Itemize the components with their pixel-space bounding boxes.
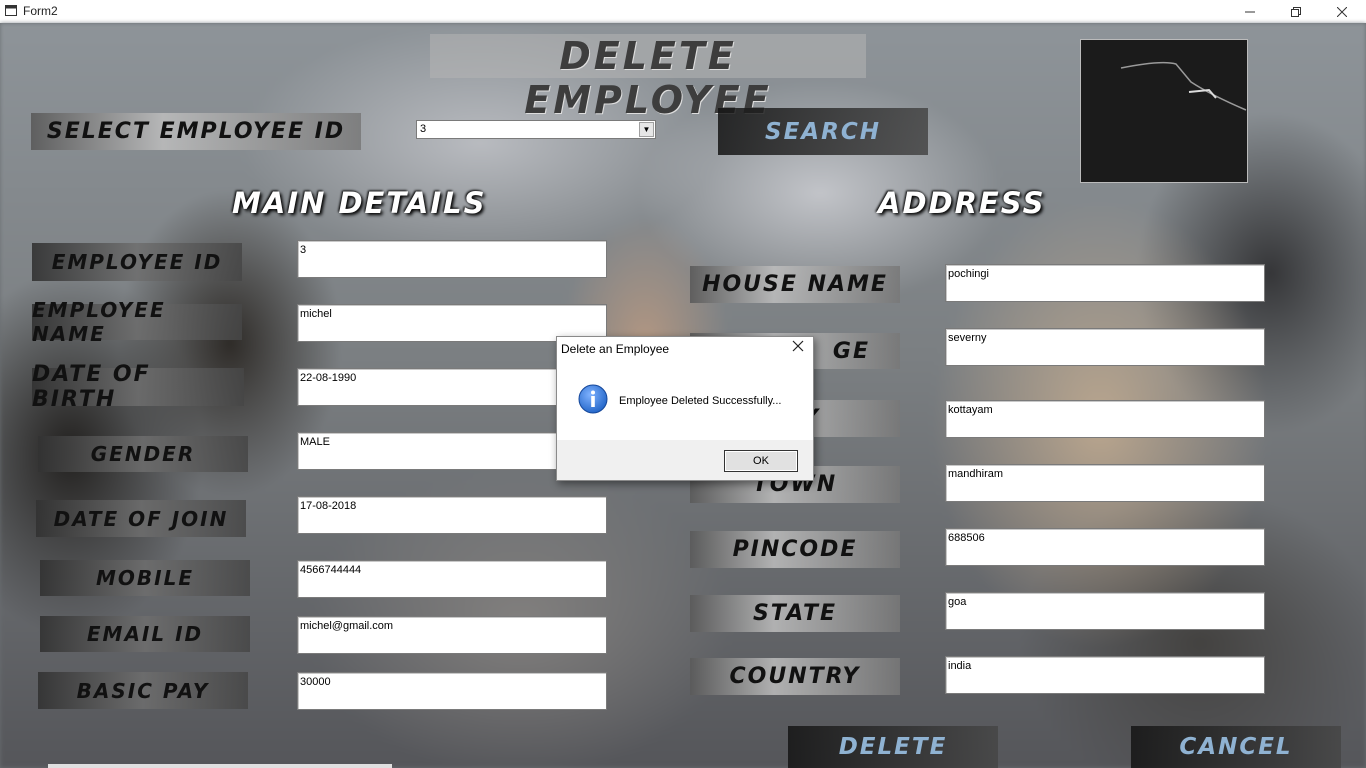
- minimize-button[interactable]: [1227, 0, 1273, 23]
- town-field[interactable]: mandhiram: [945, 464, 1265, 502]
- delete-button[interactable]: DELETE: [788, 726, 998, 768]
- city-field[interactable]: kottayam: [945, 400, 1265, 438]
- country-label: COUNTRY: [690, 658, 900, 695]
- basic-pay-label: BASIC PAY: [38, 672, 248, 709]
- mobile-field[interactable]: 4566744444: [297, 560, 607, 598]
- employee-id-select-value: 3: [420, 123, 427, 135]
- employee-id-label: EMPLOYEE ID: [32, 243, 242, 281]
- employee-photo: [1080, 39, 1248, 183]
- date-of-birth-label: DATE OF BIRTH: [32, 362, 244, 412]
- house-name-label: HOUSE NAME: [690, 266, 900, 303]
- minimize-icon: [1245, 11, 1255, 12]
- date-of-join-field[interactable]: 17-08-2018: [297, 496, 607, 534]
- email-id-field[interactable]: michel@gmail.com: [297, 616, 607, 654]
- chevron-down-icon[interactable]: ▼: [639, 122, 654, 137]
- dialog-title: Delete an Employee: [561, 342, 670, 356]
- window-title: Form2: [23, 4, 58, 18]
- pincode-field[interactable]: 688506: [945, 528, 1265, 566]
- ok-button[interactable]: OK: [724, 450, 798, 472]
- restore-button[interactable]: [1273, 0, 1319, 23]
- employee-name-label: EMPLOYEE NAME: [32, 298, 242, 346]
- close-icon: [1337, 6, 1347, 17]
- search-button[interactable]: SEARCH: [718, 108, 928, 155]
- main-details-title: MAIN DETAILS: [232, 186, 487, 220]
- form-app-icon: [5, 5, 17, 16]
- message-dialog: Delete an Employee Employee Deleted Succ…: [556, 336, 814, 481]
- window-titlebar: Form2: [0, 0, 1366, 23]
- close-icon: [792, 340, 804, 352]
- info-icon: [578, 384, 608, 414]
- village-field[interactable]: severny: [945, 328, 1265, 366]
- state-field[interactable]: goa: [945, 592, 1265, 630]
- mobile-label: MOBILE: [40, 560, 250, 596]
- email-id-label: EMAIL ID: [40, 616, 250, 652]
- close-window-button[interactable]: [1319, 0, 1365, 23]
- scrollbar-strip: [48, 764, 392, 768]
- state-label: STATE: [690, 595, 900, 632]
- cancel-button[interactable]: CANCEL: [1131, 726, 1341, 768]
- dialog-close-button[interactable]: [790, 340, 806, 356]
- basic-pay-field[interactable]: 30000: [297, 672, 607, 710]
- page-title: DELETE EMPLOYEE: [430, 34, 866, 122]
- dialog-message: Employee Deleted Successfully...: [619, 395, 782, 407]
- country-field[interactable]: india: [945, 656, 1265, 694]
- address-title: ADDRESS: [878, 186, 1046, 220]
- photo-image: [1120, 61, 1247, 111]
- pincode-label: PINCODE: [690, 531, 900, 568]
- employee-id-select[interactable]: 3 ▼: [416, 120, 656, 139]
- employee-id-field[interactable]: 3: [297, 240, 607, 278]
- gender-label: GENDER: [38, 436, 248, 472]
- select-employee-id-label: SELECT EMPLOYEE ID: [31, 113, 361, 150]
- restore-icon: [1291, 6, 1301, 17]
- house-name-field[interactable]: pochingi: [945, 264, 1265, 302]
- date-of-join-label: DATE OF JOIN: [36, 500, 246, 537]
- dialog-footer: OK: [557, 440, 813, 480]
